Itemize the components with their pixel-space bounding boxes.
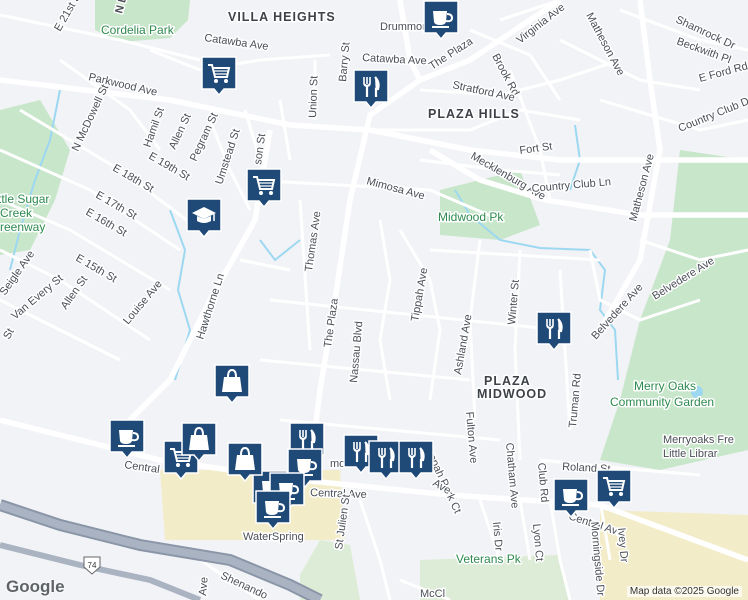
place-label-merryoaks-library-1: Merryoaks Fre (663, 434, 734, 446)
map-canvas[interactable]: 74 VILLA HEIGHTS PLAZA HILLS PLAZA MIDWO… (0, 0, 748, 600)
map-marker-fork-knife[interactable] (398, 440, 434, 481)
place-label-waterspring: WaterSpring (243, 531, 304, 543)
street-label: Ave (197, 577, 211, 597)
park-label-sugar-creek-2: Creek (0, 206, 33, 220)
map-marker-coffee-cup[interactable] (553, 478, 589, 519)
park-label-merry-oaks: Merry Oaks (634, 379, 696, 393)
park-label-cordelia: Cordelia Park (101, 23, 175, 37)
park-label-sugar-creek-3: reenway (0, 220, 45, 234)
street-label: Union St (307, 76, 320, 119)
area-label-plaza: PLAZA (484, 374, 531, 388)
map-attribution: Map data ©2025 Google (626, 586, 742, 597)
map-marker-shopping-cart[interactable] (201, 56, 237, 97)
park-label-midwood: Midwood Pk (438, 210, 504, 224)
area-label-midwood: MIDWOOD (477, 387, 547, 401)
park-label-sugar-creek-1: ttle Sugar (0, 192, 49, 206)
area-label-villa-heights: VILLA HEIGHTS (228, 10, 336, 24)
map-marker-graduation-cap[interactable] (186, 198, 222, 239)
park-label-community-garden: Community Garden (610, 395, 714, 409)
map-marker-shopping-bag[interactable] (181, 422, 217, 463)
street-label: McCl (420, 588, 445, 600)
street-label: mo (330, 458, 345, 470)
place-label-merryoaks-library-2: Little Librar (663, 448, 718, 460)
street-label: Central Ave (310, 487, 367, 501)
map-marker-coffee-cup[interactable] (423, 0, 459, 41)
map-marker-shopping-cart[interactable] (246, 168, 282, 209)
map-marker-fork-knife[interactable] (353, 69, 389, 110)
svg-text:74: 74 (88, 561, 97, 570)
map-marker-shopping-cart[interactable] (596, 469, 632, 510)
park-label-veterans: Veterans Pk (456, 552, 522, 566)
area-label-plaza-hills: PLAZA HILLS (428, 107, 520, 121)
map-marker-coffee-cup[interactable] (255, 490, 291, 531)
map-marker-fork-knife[interactable] (536, 311, 572, 352)
map-marker-fork-knife[interactable] (368, 440, 404, 481)
google-logo: Google (6, 577, 65, 596)
map-marker-shopping-bag[interactable] (214, 364, 250, 405)
map-marker-coffee-cup[interactable] (109, 419, 145, 460)
map-marker-shopping-bag[interactable] (227, 442, 263, 483)
